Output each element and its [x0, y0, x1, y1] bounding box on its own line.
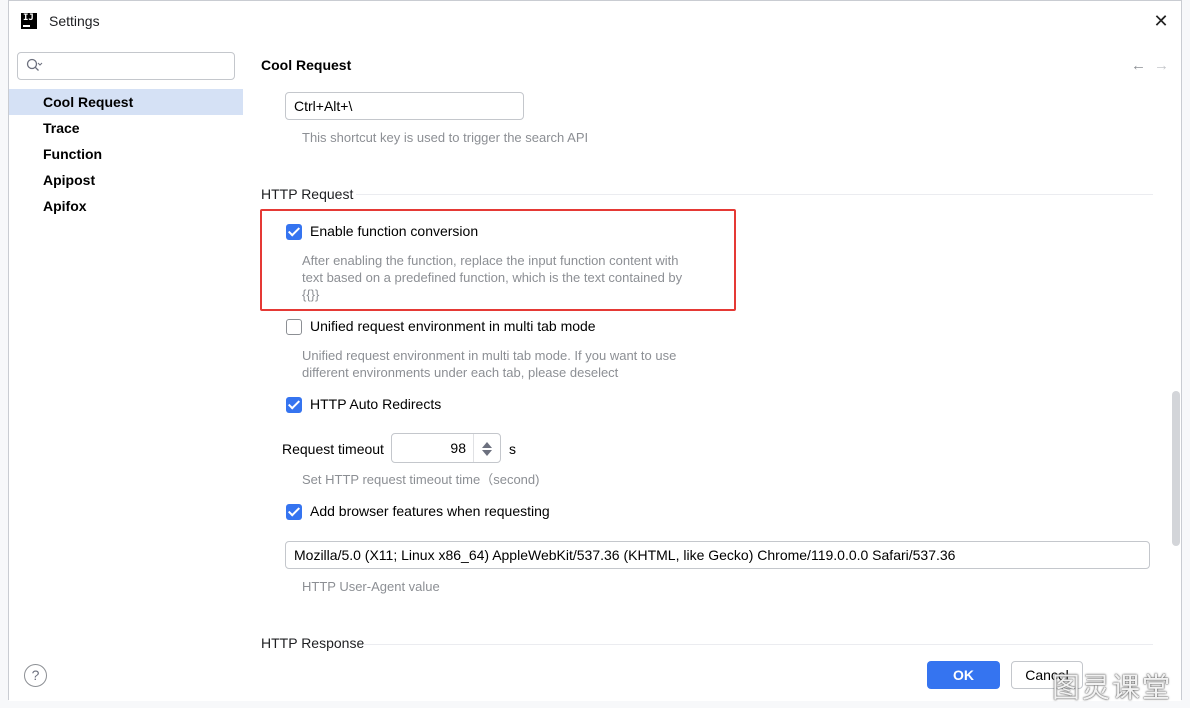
section-divider: [356, 194, 1153, 195]
spinner-up-arrow-icon[interactable]: [482, 442, 492, 448]
sidebar-nav: Cool Request Trace Function Apipost Apif…: [9, 89, 243, 219]
request-timeout-label: Request timeout: [282, 441, 384, 457]
hint-line: different environments under each tab, p…: [302, 365, 619, 380]
search-icon: [26, 58, 43, 71]
title-bar: IJ Settings ✕: [9, 1, 1181, 41]
forward-arrow-icon[interactable]: →: [1154, 57, 1177, 74]
http-response-section-title: HTTP Response: [261, 635, 365, 651]
history-nav: ←→: [1131, 57, 1177, 74]
function-conversion-hint: After enabling the function, replace the…: [302, 252, 682, 303]
timeout-hint: Set HTTP request timeout time（second): [302, 472, 540, 487]
sidebar-item-cool-request[interactable]: Cool Request: [9, 89, 243, 115]
user-agent-hint: HTTP User-Agent value: [302, 579, 440, 594]
watermark: 图灵课堂: [1052, 671, 1173, 704]
browser-features-checkbox[interactable]: [286, 504, 302, 520]
hint-line: Unified request environment in multi tab…: [302, 348, 677, 363]
close-icon[interactable]: ✕: [1151, 11, 1171, 31]
browser-features-label[interactable]: Add browser features when requesting: [310, 503, 550, 519]
enable-function-conversion-checkbox[interactable]: [286, 224, 302, 240]
spinner-down-arrow-icon[interactable]: [482, 450, 492, 456]
page-title: Cool Request: [261, 57, 352, 73]
unified-env-checkbox[interactable]: [286, 319, 302, 335]
sidebar-item-trace[interactable]: Trace: [9, 115, 243, 141]
background-window-edge: [1182, 0, 1190, 708]
sidebar-item-function[interactable]: Function: [9, 141, 243, 167]
shortcut-key-field[interactable]: Ctrl+Alt+\: [285, 92, 524, 120]
unified-env-label[interactable]: Unified request environment in multi tab…: [310, 318, 596, 334]
spinner-divider: [473, 434, 474, 462]
section-divider: [363, 644, 1153, 645]
dialog-footer: ? OK Cancel: [9, 651, 1181, 701]
sidebar-item-apifox[interactable]: Apifox: [9, 193, 243, 219]
request-timeout-value[interactable]: 98: [450, 440, 466, 456]
sidebar-item-apipost[interactable]: Apipost: [9, 167, 243, 193]
shortcut-hint: This shortcut key is used to trigger the…: [302, 130, 589, 145]
settings-dialog: IJ Settings ✕ Cool Request Trace Functio…: [8, 0, 1182, 701]
settings-search-input[interactable]: [17, 52, 235, 80]
auto-redirects-label[interactable]: HTTP Auto Redirects: [310, 396, 441, 412]
http-request-section-title: HTTP Request: [261, 186, 354, 202]
unified-env-hint: Unified request environment in multi tab…: [302, 347, 676, 381]
hint-line: text based on a predefined function, whi…: [302, 270, 683, 285]
auto-redirects-checkbox[interactable]: [286, 397, 302, 413]
request-timeout-spinner[interactable]: 98: [391, 433, 501, 463]
user-agent-field[interactable]: Mozilla/5.0 (X11; Linux x86_64) AppleWeb…: [285, 541, 1150, 569]
settings-sidebar: Cool Request Trace Function Apipost Apif…: [9, 41, 250, 651]
timeout-unit: s: [509, 441, 516, 457]
hint-line: After enabling the function, replace the…: [302, 253, 679, 268]
window-title: Settings: [49, 13, 100, 29]
back-arrow-icon[interactable]: ←: [1131, 57, 1154, 74]
settings-content: Cool Request ←→ Ctrl+Alt+\ This shortcut…: [251, 41, 1181, 651]
hint-line: {{}}: [302, 287, 320, 302]
help-icon[interactable]: ?: [24, 664, 47, 687]
intellij-app-icon: IJ: [21, 13, 37, 29]
content-scrollbar[interactable]: [1172, 391, 1180, 546]
enable-function-conversion-label[interactable]: Enable function conversion: [310, 223, 478, 239]
ok-button[interactable]: OK: [927, 661, 1000, 689]
